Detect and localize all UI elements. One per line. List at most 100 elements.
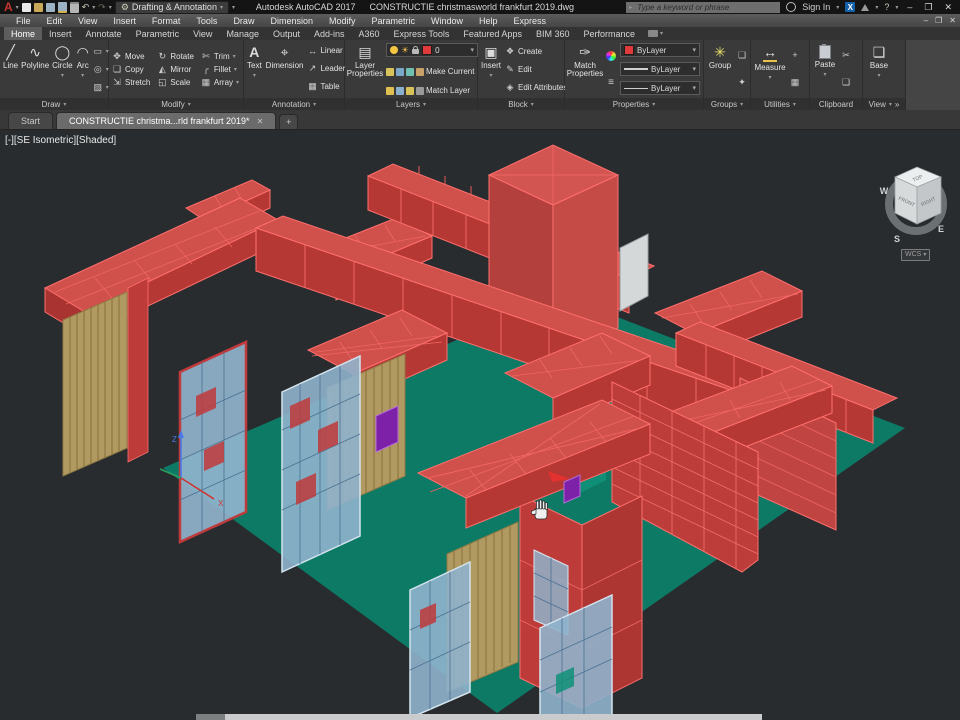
edit-attributes-button[interactable]: ◈Edit Attributes▾ (505, 82, 573, 93)
fillet-button[interactable]: ╭Fillet▾ (201, 64, 239, 75)
panel-overflow-icon[interactable]: » (895, 100, 899, 109)
tab-a360[interactable]: A360 (352, 27, 387, 40)
cut-icon[interactable]: ✂ (841, 50, 851, 61)
panel-label-utilities[interactable]: Utilities▾ (751, 98, 809, 110)
paste-button[interactable]: Paste ▾ (813, 42, 837, 96)
menu-express[interactable]: Express (506, 16, 555, 26)
color-wheel-icon[interactable] (606, 51, 616, 61)
arc-button[interactable]: ◠ Arc ▾ (77, 42, 89, 96)
doc-close-button[interactable]: ✕ (949, 16, 956, 25)
workspace-switcher[interactable]: ⚙ Drafting & Annotation ▾ (115, 1, 229, 14)
tab-featured-apps[interactable]: Featured Apps (456, 27, 529, 40)
model-canvas[interactable]: Z X W S E TOP FRONT RIGHT (0, 130, 960, 720)
autocad-logo-icon[interactable]: A (4, 1, 13, 13)
menu-help[interactable]: Help (471, 16, 506, 26)
move-button[interactable]: ✥Move (112, 51, 150, 62)
tab-add-ins[interactable]: Add-ins (307, 27, 352, 40)
redo-icon[interactable]: ↷ (98, 3, 106, 12)
undo-dropdown-icon[interactable]: ▾ (92, 4, 95, 11)
save-icon[interactable] (46, 3, 55, 12)
rotate-button[interactable]: ↻Rotate (157, 51, 194, 62)
menu-draw[interactable]: Draw (225, 16, 262, 26)
menu-parametric[interactable]: Parametric (364, 16, 424, 26)
new-file-icon[interactable] (22, 3, 31, 12)
help-dropdown-icon[interactable]: ▾ (895, 4, 898, 11)
menu-edit[interactable]: Edit (39, 16, 71, 26)
scale-button[interactable]: ◱Scale (157, 77, 194, 88)
stretch-button[interactable]: ⇲Stretch (112, 77, 150, 88)
panel-label-layers[interactable]: Layers▾ (345, 98, 477, 110)
tab-insert[interactable]: Insert (42, 27, 79, 40)
wcs-selector[interactable]: WCS ▾ (901, 249, 930, 261)
menu-view[interactable]: View (70, 16, 105, 26)
tab-bim-360[interactable]: BIM 360 (529, 27, 577, 40)
edit-block-button[interactable]: ✎Edit (505, 64, 573, 75)
menu-modify[interactable]: Modify (321, 16, 364, 26)
polyline-button[interactable]: ∿ Polyline (22, 42, 48, 96)
qat-customize-icon[interactable]: ▾ (232, 4, 235, 11)
new-drawing-tab-button[interactable]: + (279, 114, 298, 129)
group-select-icon[interactable]: ✦ (737, 77, 747, 88)
lineweight-dropdown[interactable]: ByLayer ▾ (620, 62, 700, 76)
trim-button[interactable]: ✄Trim▾ (201, 51, 239, 62)
hatch-button[interactable]: ▨▾ (93, 82, 109, 93)
id-point-icon[interactable]: + (790, 50, 800, 60)
viewport-controls[interactable]: [-][SE Isometric][Shaded] (5, 135, 116, 146)
restore-button[interactable]: ❐ (921, 2, 935, 13)
help-icon[interactable]: ? (884, 3, 889, 12)
panel-label-view[interactable]: View▾» (863, 98, 905, 110)
menu-file[interactable]: File (8, 16, 39, 26)
group-button[interactable]: ✳ Group (707, 42, 733, 96)
close-button[interactable]: ✕ (941, 2, 955, 13)
document-tab[interactable]: CONSTRUCTIE christma...rld frankfurt 201… (56, 112, 276, 129)
copy-clip-icon[interactable]: ❏ (841, 77, 851, 88)
search-go-icon[interactable]: ▸ (629, 4, 632, 11)
exchange-apps-icon[interactable]: X (845, 2, 855, 12)
menu-format[interactable]: Format (144, 16, 189, 26)
doc-minimize-button[interactable]: – (924, 16, 928, 25)
array-button[interactable]: ▦Array▾ (201, 77, 239, 88)
panel-label-groups[interactable]: Groups▾ (704, 98, 750, 110)
menu-tools[interactable]: Tools (188, 16, 225, 26)
copy-button[interactable]: ❏Copy (112, 64, 150, 75)
layer-dropdown[interactable]: ☀ 0 ▾ (386, 43, 478, 57)
search-input[interactable] (635, 2, 777, 13)
layer-properties-button[interactable]: ▤ Layer Properties (348, 42, 382, 96)
tab-manage[interactable]: Manage (219, 27, 266, 40)
object-color-dropdown[interactable]: ByLayer ▾ (620, 43, 700, 57)
menu-window[interactable]: Window (423, 16, 471, 26)
panel-label-clipboard[interactable]: Clipboard (810, 98, 862, 110)
tab-express-tools[interactable]: Express Tools (387, 27, 457, 40)
tab-output[interactable]: Output (266, 27, 307, 40)
horizontal-scrollbar[interactable] (196, 714, 762, 720)
save-as-icon[interactable] (58, 2, 67, 13)
start-tab[interactable]: Start (8, 112, 53, 129)
open-file-icon[interactable] (34, 3, 43, 12)
make-current-row[interactable]: Make Current (386, 67, 478, 76)
rectangle-button[interactable]: ▭▾ (93, 46, 109, 57)
doc-restore-button[interactable]: ❐ (935, 16, 942, 25)
panel-label-modify[interactable]: Modify▾ (109, 98, 243, 110)
menu-insert[interactable]: Insert (105, 16, 144, 26)
lineweight-icon[interactable]: ≡ (608, 78, 614, 88)
panel-label-draw[interactable]: Draw▾ (0, 98, 108, 110)
document-tab-close-icon[interactable]: ✕ (257, 117, 264, 126)
linetype-dropdown[interactable]: ByLayer ▾ (620, 81, 700, 95)
redo-dropdown-icon[interactable]: ▾ (109, 4, 112, 11)
text-button[interactable]: A Text ▾ (247, 42, 262, 96)
scrollbar-thumb[interactable] (196, 714, 225, 720)
match-properties-button[interactable]: ✑ Match Properties (568, 42, 602, 96)
ribbon-minimize-control[interactable]: ▾ (648, 27, 663, 40)
tab-view[interactable]: View (186, 27, 219, 40)
sign-in-button[interactable]: Sign In (802, 2, 830, 12)
panel-label-block[interactable]: Block▾ (478, 98, 564, 110)
insert-button[interactable]: ▣ Insert ▾ (481, 42, 501, 96)
base-button[interactable]: ❏ Base ▾ (866, 42, 892, 96)
circle-button[interactable]: ◯ Circle ▾ (52, 42, 72, 96)
line-button[interactable]: ╱ Line (3, 42, 18, 96)
help-search-box[interactable]: ▸ (626, 2, 780, 13)
mirror-button[interactable]: ◭Mirror (157, 64, 194, 75)
tab-performance[interactable]: Performance (576, 27, 642, 40)
logo-dropdown-icon[interactable]: ▾ (16, 4, 19, 11)
tab-annotate[interactable]: Annotate (79, 27, 129, 40)
